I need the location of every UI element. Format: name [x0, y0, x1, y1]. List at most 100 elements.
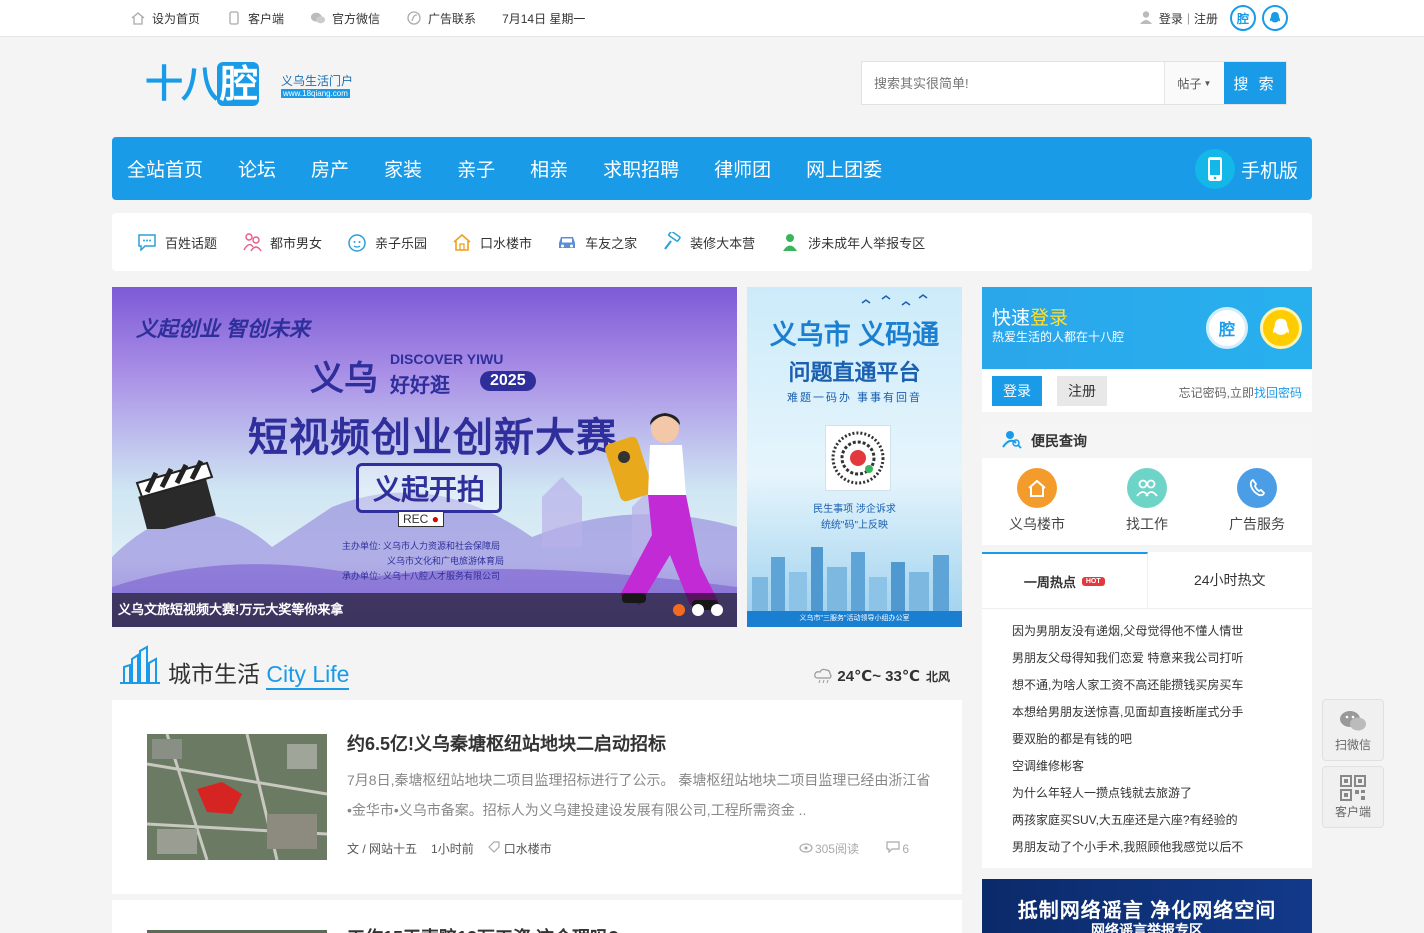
search-input[interactable] — [862, 62, 1164, 104]
qq-icon[interactable] — [1262, 5, 1288, 31]
hot-list-item[interactable]: 两孩家庭买SUV,大五座还是六座?有经验的 — [1012, 807, 1292, 834]
weather-temp: 24℃~ 33℃ — [837, 668, 920, 685]
qq-login-icon[interactable] — [1260, 307, 1302, 349]
nav-item-jobs[interactable]: 求职招聘 — [603, 155, 679, 182]
hot-list-item[interactable]: 男朋友动了个小手术,我照顾他我感觉以后不 — [1012, 834, 1292, 861]
article-title[interactable]: 约6.5亿!义乌秦塘枢纽站地块二启动招标 — [347, 730, 666, 756]
register-link[interactable]: 注册 — [1194, 10, 1218, 27]
logo-subtitle: 义乌生活门户 — [281, 74, 354, 88]
ad-contact-link[interactable]: 广告联系 — [406, 10, 476, 27]
tag-icon — [487, 841, 500, 856]
separator: | — [1186, 11, 1190, 25]
carousel-dot[interactable] — [692, 604, 704, 616]
search-bar: 帖子▼ 搜 索 — [861, 61, 1287, 105]
banner-brand-sub: 好好逛 — [390, 375, 450, 397]
convenience-item-jobs[interactable]: 找工作 — [1097, 468, 1197, 534]
user-icon — [1139, 10, 1153, 27]
birds-decoration — [861, 294, 928, 306]
nav-item-dating[interactable]: 相亲 — [530, 155, 568, 182]
subnav-label: 装修大本营 — [690, 235, 756, 251]
top-bar-right: 登录 | 注册 腔 — [1139, 0, 1288, 36]
nav-item-youth-league[interactable]: 网上团委 — [806, 155, 882, 182]
hot-list-item[interactable]: 男朋友父母得知我们恋爱 特意来我公司打听 — [1012, 645, 1292, 672]
float-client-label: 客户端 — [1334, 805, 1371, 819]
login-link[interactable]: 登录 — [1159, 10, 1183, 27]
ad2-line2: 统统"码"上反映 — [820, 520, 889, 531]
ad2-title: 义乌市 义码通 — [769, 320, 940, 350]
carousel-dot[interactable] — [711, 604, 723, 616]
mobile-version-link[interactable]: 手机版 — [1194, 149, 1298, 189]
city-buildings-icon — [120, 645, 160, 684]
girl-illustration — [605, 413, 720, 610]
wechat-label: 官方微信 — [332, 11, 381, 26]
hot-posts-panel: 一周热点 HOT 24小时热文 因为男朋友没有递烟,父母觉得他不懂人情世 男朋友父… — [982, 552, 1312, 868]
article-thumbnail[interactable] — [147, 734, 327, 860]
house-icon — [451, 231, 473, 253]
set-home-link[interactable]: 设为首页 — [130, 10, 200, 27]
hot-list-item[interactable]: 要双胎的都是有钱的吧 — [1012, 726, 1292, 753]
subnav-item-property[interactable]: 口水楼市 — [451, 231, 532, 253]
hot-list-item[interactable]: 本想给男朋友送惊喜,见面却直接断崖式分手 — [1012, 699, 1292, 726]
hot-badge: HOT — [1081, 576, 1105, 586]
qiang-app-icon[interactable]: 腔 — [1230, 5, 1256, 31]
hot-list-item[interactable]: 因为男朋友没有递烟,父母觉得他不懂人情世 — [1012, 618, 1292, 645]
hot-list: 因为男朋友没有递烟,父母觉得他不懂人情世 男朋友父母得知我们恋爱 特意来我公司打… — [982, 609, 1312, 861]
search-scope-select[interactable]: 帖子 ▼ — [1164, 62, 1224, 104]
subnav-item-minor-report[interactable]: 涉未成年人举报专区 — [779, 231, 925, 253]
weather-widget: 24℃~ 33℃ 北风 — [813, 667, 950, 685]
subnav-item-topics[interactable]: 百姓话题 — [136, 231, 217, 253]
anti-rumor-banner[interactable]: 抵制网络谣言 净化网络空间 网络谣言举报专区 — [982, 879, 1312, 933]
article-author[interactable]: 文 / 网站十五 — [347, 840, 417, 857]
convenience-item-ads[interactable]: 广告服务 — [1207, 468, 1307, 534]
float-client-button[interactable]: 客户端 — [1322, 766, 1384, 828]
login-button[interactable]: 登录 — [992, 376, 1042, 406]
banner-organizers: 主办单位: 义乌市人力资源和社会保障局 义乌市文化和广电旅游体育局 承办单位: … — [342, 539, 504, 584]
convenience-items: 义乌楼市 找工作 广告服务 — [982, 458, 1312, 534]
quick-login-subtitle: 热爱生活的人都在十八腔 — [992, 330, 1125, 344]
subnav-item-city-singles[interactable]: 都市男女 — [241, 231, 322, 253]
organizer-line: 义乌市文化和广电旅游体育局 — [387, 556, 505, 566]
wechat-link[interactable]: 官方微信 — [310, 10, 380, 27]
article-card[interactable]: 约6.5亿!义乌秦塘枢纽站地块二启动招标 7月8日,秦塘枢纽站地块二项目监理招标… — [112, 700, 962, 894]
article-title[interactable]: 工作15天索赔13万工资,这合理吗? — [347, 924, 619, 933]
yimatong-ad[interactable]: 义乌市 义码通 问题直通平台 难题一码办 事事有回音 民生事项 涉企诉求 统统"… — [747, 287, 962, 627]
quick-login-box: 快速登录 热爱生活的人都在十八腔 腔 登录 注册 忘记密码,立即找回密码 — [982, 287, 1312, 412]
search-button[interactable]: 搜 索 — [1224, 62, 1286, 104]
ad-icon — [406, 11, 422, 25]
quick-login-header: 快速登录 热爱生活的人都在十八腔 腔 — [982, 287, 1312, 369]
tab-24h-hot[interactable]: 24小时热文 — [1148, 552, 1313, 608]
article-tag[interactable]: 口水楼市 — [504, 840, 552, 857]
client-link[interactable]: 客户端 — [226, 10, 284, 27]
main-banner-carousel[interactable]: 义起创业 智创未来 义乌 DISCOVER YIWU 好好逛 2025 短视频创… — [112, 287, 737, 627]
quick-login-title-b: 登录 — [1030, 308, 1069, 329]
subnav-item-car[interactable]: 车友之家 — [556, 231, 637, 253]
hot-list-item[interactable]: 空调维修彬客 — [1012, 753, 1292, 780]
top-bar: 设为首页 客户端 官方微信 广告联系 7月14日 星期一 登录 | 注册 腔 — [0, 0, 1424, 37]
hot-list-item[interactable]: 为什么年轻人一攒点钱就去旅游了 — [1012, 780, 1292, 807]
tab-weekly-hot[interactable]: 一周热点 HOT — [982, 552, 1148, 608]
banner-year: 2025 — [480, 371, 536, 391]
recover-password-link[interactable]: 找回密码 — [1254, 386, 1302, 400]
banner-slogan: 义起创业 智创未来 — [136, 318, 310, 341]
convenience-header: 便民查询 — [982, 423, 1312, 458]
subnav-item-decoration[interactable]: 装修大本营 — [661, 231, 755, 253]
carousel-dot[interactable] — [673, 604, 685, 616]
nav-item-decoration[interactable]: 家装 — [384, 155, 422, 182]
qiang-login-icon[interactable]: 腔 — [1206, 307, 1248, 349]
nav-item-house[interactable]: 房产 — [311, 155, 349, 182]
article-card[interactable]: 工作15天索赔13万工资,这合理吗? — [112, 900, 962, 933]
register-button[interactable]: 注册 — [1057, 376, 1107, 406]
nav-item-forum[interactable]: 论坛 — [238, 155, 276, 182]
nav-item-parenting[interactable]: 亲子 — [457, 155, 495, 182]
nav-item-home[interactable]: 全站首页 — [127, 155, 203, 182]
subnav-item-parenting[interactable]: 亲子乐园 — [346, 231, 427, 253]
subnav-label: 口水楼市 — [480, 235, 533, 251]
clapperboard-icon — [135, 459, 216, 529]
convenience-item-property[interactable]: 义乌楼市 — [987, 468, 1087, 534]
hot-list-item[interactable]: 想不通,为啥人家工资不高还能攒钱买房买车 — [1012, 672, 1292, 699]
nav-item-lawyers[interactable]: 律师团 — [714, 155, 771, 182]
site-logo[interactable]: 十八腔 义乌生活门户 www.18qiang.com — [145, 62, 375, 112]
person-report-icon — [779, 231, 801, 253]
float-wechat-button[interactable]: 扫微信 — [1322, 699, 1384, 761]
banner-caption[interactable]: 义乌文旅短视频大赛!万元大奖等你来拿 — [112, 593, 737, 627]
